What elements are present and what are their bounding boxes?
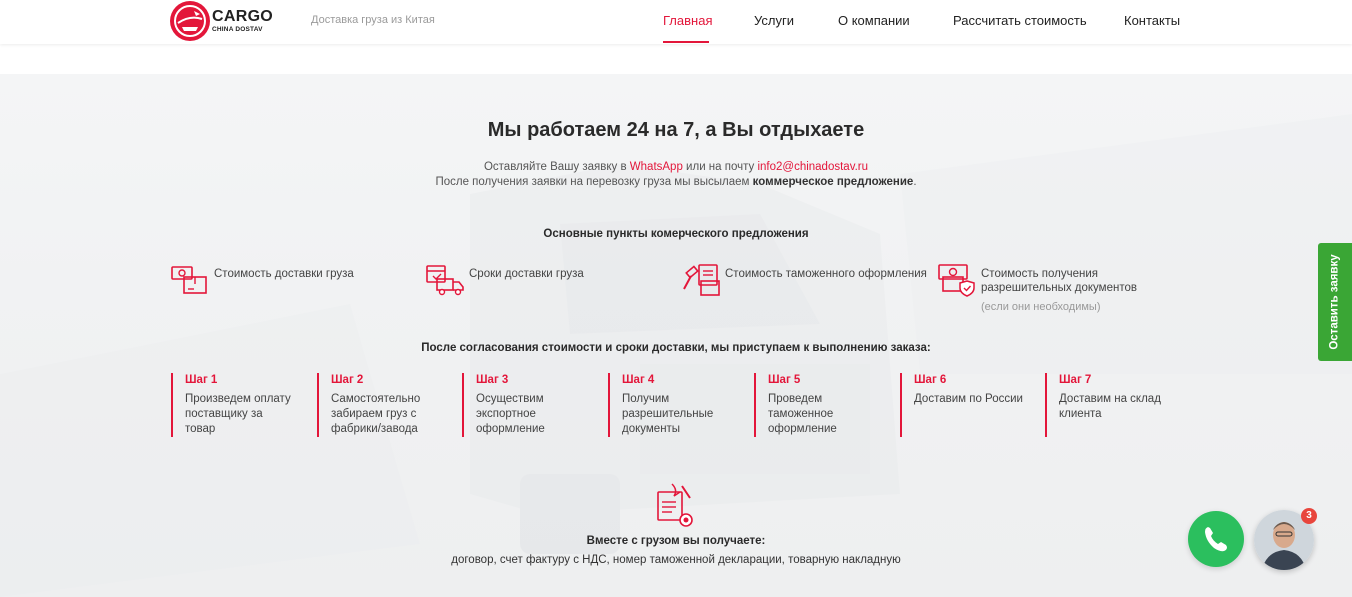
step-2: Шаг 2 Самостоятельно забираем груз с фабри… [317,373,447,437]
leave-request-tab[interactable]: Оставить заявку [1318,243,1352,361]
offer-item-delivery-cost: Стоимость доставки груза [170,263,354,297]
logo-title: CARGO [212,7,274,25]
intro-text: Оставляйте Вашу заявку в WhatsApp или на… [435,161,917,188]
email-link[interactable]: info2@chinadostav.ru [757,161,868,173]
page-title: Мы работаем 24 на 7, а Вы отдыхаете [487,119,865,141]
logo[interactable]: CARGO CHINA DOSTAV [170,0,274,42]
nav-item-calculate[interactable]: Рассчитать стоимость [953,13,1087,28]
step-1: Шаг 1 Произведем оплату поставщику за това… [171,373,301,437]
offer-item-label: Стоимость доставки груза [214,268,354,280]
nav-item-home[interactable]: Главная [663,13,712,28]
offer-item-label-line2: разрешительных документов [981,282,1137,294]
nav-active-underline [663,41,709,43]
step-3: Шаг 3 Осуществим экспортное оформление [462,373,592,437]
step-4: Шаг 4 Получим разрешительные документы [608,373,738,437]
phone-icon [1205,527,1227,552]
docs-heading: Вместе с грузом вы получаете: [586,535,766,547]
step-7: Шаг 7 Доставим на склад клиента [1045,373,1175,437]
offer-heading: Основные пункты комерческого предложения [543,228,809,240]
step-6: Шаг 6 Доставим по России [900,373,1030,437]
offer-item-note: (если они необходимы) [981,301,1101,313]
whatsapp-button[interactable] [1188,511,1244,567]
nav-item-services[interactable]: Услуги [754,13,794,28]
step-5: Шаг 5 Проведем таможенное оформление [754,373,884,437]
customs-hammer-icon [683,264,720,296]
offer-item-permits-cost: Стоимость получения разрешительных докум… [937,263,1137,314]
money-box-icon [171,266,207,294]
main-section: Мы работаем 24 на 7, а Вы отдыхаете Оста… [0,74,1352,597]
money-shield-icon [938,264,975,297]
site-header: CARGO CHINA DOSTAV Доставка груза из Кит… [0,0,1352,44]
docs-list-text: договор, счет фактуру с НДС, номер тамож… [451,554,901,566]
offer-item-label: Стоимость таможенного оформления [725,268,927,280]
offer-item-label-line1: Стоимость получения [981,268,1098,280]
chat-notification-badge: 3 [1301,508,1317,524]
offer-item-delivery-time: Сроки доставки груза [425,263,584,297]
whatsapp-link[interactable]: WhatsApp [630,161,683,173]
logo-emblem-icon [170,1,210,41]
offer-item-label: Сроки доставки груза [469,268,584,280]
steps-heading: После согласования стоимости и сроки дос… [421,342,931,354]
offer-item-customs-cost: Стоимость таможенного оформления [681,263,927,297]
documents-stamp-icon [657,483,693,527]
nav-item-about[interactable]: О компании [838,13,910,28]
logo-subtitle: CHINA DOSTAV [212,25,263,33]
tagline: Доставка груза из Китая [311,14,435,26]
nav-item-contacts[interactable]: Контакты [1124,13,1180,28]
calendar-truck-icon [426,265,464,296]
